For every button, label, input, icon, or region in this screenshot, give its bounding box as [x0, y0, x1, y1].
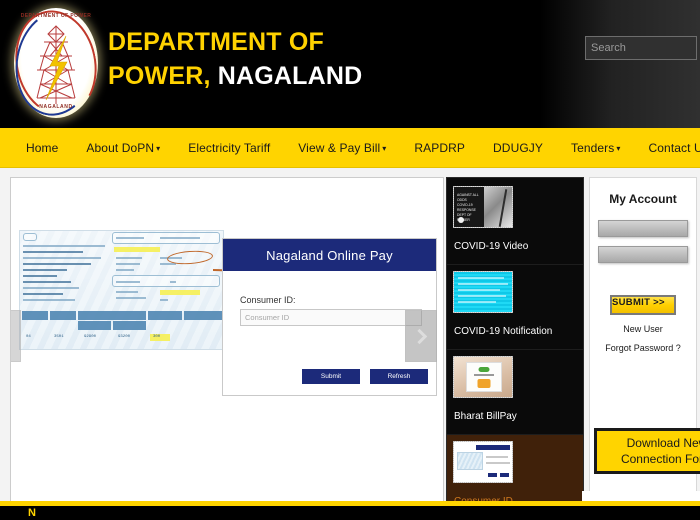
nav-label: Contact Us: [648, 140, 700, 155]
page-root: DEPARTMENT OF POWER NAGALAND DEPARTMENT …: [0, 0, 700, 520]
site-title-line2: POWER, NAGALAND: [108, 59, 362, 93]
sample-bill-image: 04 3501 92900 93200 300: [19, 230, 224, 350]
site-logo[interactable]: DEPARTMENT OF POWER NAGALAND: [5, 2, 107, 124]
download-new-connection-form-button[interactable]: Download New Connection Form: [594, 428, 700, 474]
footer-glyph: N: [28, 507, 36, 519]
hero-slider: 04 3501 92900 93200 300 Nagaland Online …: [10, 177, 444, 502]
content-area: 04 3501 92900 93200 300 Nagaland Online …: [0, 168, 700, 520]
thumbnail-label: COVID-19 Notification: [454, 326, 553, 337]
covid-notification-icon: [453, 271, 513, 313]
site-title: DEPARTMENT OF POWER, NAGALAND: [108, 25, 362, 93]
thumbnail-covid-video[interactable]: AGAINST ALL ODDS COVID-19 RESPONSE DEPT OF…: [447, 180, 583, 265]
nav-label: Tenders: [570, 140, 615, 155]
footer-bar: [0, 506, 700, 520]
slider-prev-button[interactable]: [11, 310, 21, 362]
slider-next-button[interactable]: [405, 310, 437, 362]
my-account-panel: My Account SUBMIT >> New User Forgot Pas…: [589, 177, 700, 520]
nav-label: About DoPN: [86, 140, 155, 155]
new-user-link[interactable]: New User: [590, 324, 696, 334]
nav-item-view-pay-bill[interactable]: View & Pay Bill ▾: [284, 141, 400, 155]
nav-item-ddugjy[interactable]: DDUGJY: [479, 141, 557, 155]
bharat-billpay-icon: [453, 356, 513, 398]
nav-label: RAPDRP: [414, 140, 466, 155]
thumbnail-label: Bharat BillPay: [454, 411, 517, 422]
slider-thumbnail-list: AGAINST ALL ODDS COVID-19 RESPONSE DEPT OF…: [446, 177, 584, 520]
footer-white-gap: [582, 491, 700, 501]
nav-item-rapdrp[interactable]: RAPDRP: [400, 141, 479, 155]
site-title-power: POWER,: [108, 62, 211, 90]
thumbnail-covid-notification[interactable]: COVID-19 Notification: [447, 265, 583, 350]
nav-item-about-dopn[interactable]: About DoPN ▾: [72, 141, 174, 155]
chevron-left-icon: [11, 328, 15, 344]
nav-item-contact-us[interactable]: Contact Us: [635, 141, 700, 155]
covid-video-icon: AGAINST ALL ODDS COVID-19 RESPONSE DEPT OF…: [453, 186, 513, 228]
nav-label: View & Pay Bill: [298, 140, 381, 155]
chevron-down-icon: ▾: [156, 143, 161, 153]
header-gradient-overlay: [540, 0, 700, 128]
logo-bottom-text: NAGALAND: [39, 104, 73, 110]
bill-highlight-circle: [166, 249, 214, 266]
nav-label: Home: [26, 140, 59, 155]
consumer-id-input[interactable]: [240, 309, 422, 326]
online-pay-card-title: Nagaland Online Pay: [223, 239, 436, 271]
thumbnail-label: COVID-19 Video: [454, 241, 529, 252]
username-field[interactable]: [598, 220, 688, 237]
nav-label: Electricity Tariff: [188, 140, 271, 155]
nav-label: DDUGJY: [493, 140, 543, 155]
password-field[interactable]: [598, 246, 688, 263]
chevron-right-icon: [411, 328, 428, 344]
consumer-id-icon: [453, 441, 513, 483]
slide-submit-button[interactable]: Submit: [302, 369, 360, 384]
consumer-id-label: Consumer ID:: [240, 295, 296, 305]
main-navigation: Home About DoPN ▾ Electricity Tariff View…: [0, 128, 700, 168]
site-title-line1: DEPARTMENT OF: [108, 28, 325, 56]
slide-refresh-button[interactable]: Refresh: [370, 369, 428, 384]
nav-item-electricity-tariff[interactable]: Electricity Tariff: [174, 141, 284, 155]
chevron-down-icon: ▾: [382, 143, 387, 153]
nav-item-home[interactable]: Home: [0, 141, 72, 155]
site-header: DEPARTMENT OF POWER NAGALAND DEPARTMENT …: [0, 0, 700, 128]
nav-item-tenders[interactable]: Tenders ▾: [557, 141, 635, 155]
my-account-title: My Account: [609, 192, 677, 206]
site-title-nagaland: NAGALAND: [217, 62, 363, 90]
thumbnail-bharat-billpay[interactable]: Bharat BillPay: [447, 350, 583, 435]
forgot-password-link[interactable]: Forgot Password ?: [590, 343, 696, 353]
chevron-down-icon: ▾: [616, 143, 621, 153]
search-input[interactable]: [585, 36, 697, 60]
account-submit-button[interactable]: SUBMIT >>: [610, 295, 676, 315]
transmission-tower-icon: [26, 20, 86, 111]
